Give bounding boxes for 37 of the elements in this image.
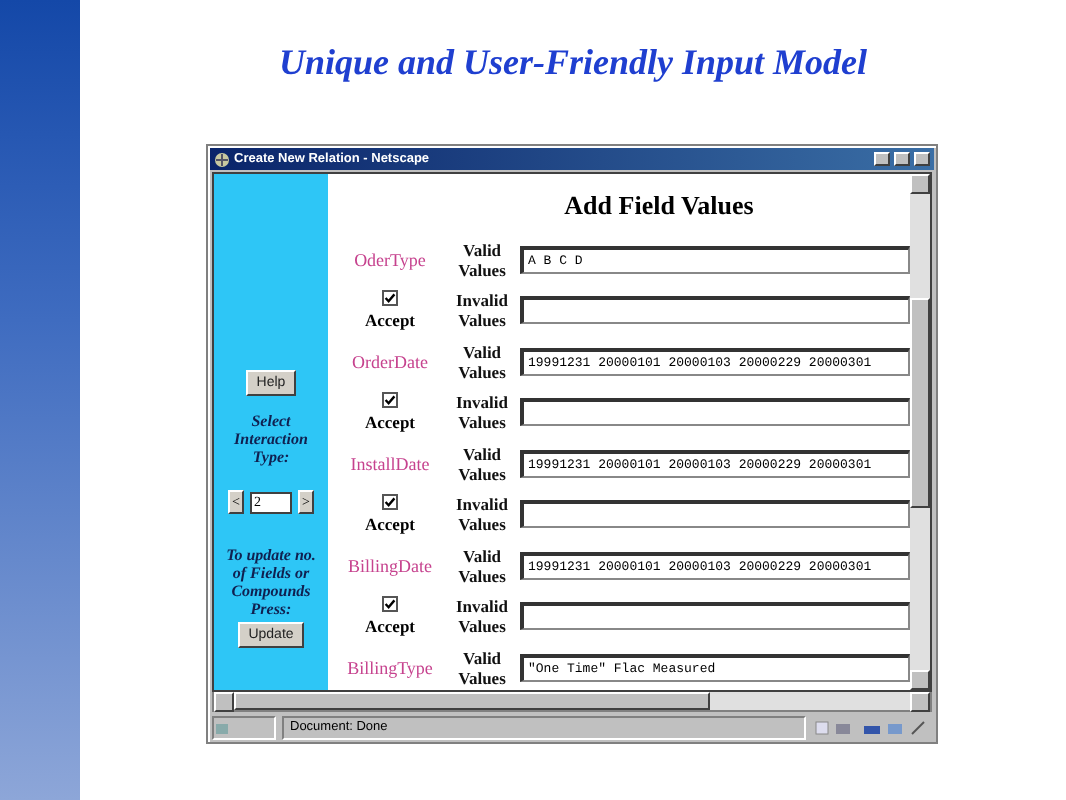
field-label: Invalid Values xyxy=(454,290,510,331)
checkbox-label: Accept xyxy=(364,616,415,637)
input-field[interactable] xyxy=(520,398,910,427)
slide-title: Unique and User-Friendly Input Model xyxy=(276,42,870,86)
checkbox[interactable] xyxy=(381,290,398,307)
field-label: Valid Values xyxy=(456,341,508,382)
field-name: OrderDate xyxy=(352,351,428,372)
maximize-button[interactable] xyxy=(894,152,910,166)
input-field[interactable] xyxy=(520,500,910,529)
checkbox-label: Accept xyxy=(364,310,415,331)
field-label: Valid Values xyxy=(456,647,508,688)
input-field[interactable] xyxy=(520,296,910,325)
vertical-scrollbar[interactable] xyxy=(910,174,930,690)
connection-icon xyxy=(214,719,230,735)
sidebar-label: To update no. of Fields or Compounds Press: xyxy=(224,546,318,618)
input-field[interactable] xyxy=(520,602,910,631)
checkbox[interactable] xyxy=(381,494,398,511)
field-name: BillingType xyxy=(347,657,433,678)
field-label: Invalid Values xyxy=(454,494,510,535)
minimize-button[interactable] xyxy=(874,152,890,166)
sidebar-label: Select Interaction Type: xyxy=(232,412,310,466)
horizontal-scrollbar[interactable] xyxy=(212,692,932,712)
field-label: Invalid Values xyxy=(454,596,510,637)
checkbox-label: Accept xyxy=(364,514,415,535)
field-label: Valid Values xyxy=(456,239,508,280)
form-heading: Add Field Values xyxy=(562,190,756,222)
field-name: OderType xyxy=(354,249,426,270)
field-label: Invalid Values xyxy=(454,392,510,433)
checkbox-label: Accept xyxy=(364,412,415,433)
field-label: Valid Values xyxy=(456,443,508,484)
checkbox[interactable] xyxy=(381,392,398,409)
checkbox[interactable] xyxy=(381,596,398,613)
app-icon xyxy=(214,151,230,167)
field-label: Valid Values xyxy=(456,545,508,586)
close-button[interactable] xyxy=(914,152,930,166)
field-name: InstallDate xyxy=(350,453,430,474)
field-name: BillingDate xyxy=(348,555,432,576)
